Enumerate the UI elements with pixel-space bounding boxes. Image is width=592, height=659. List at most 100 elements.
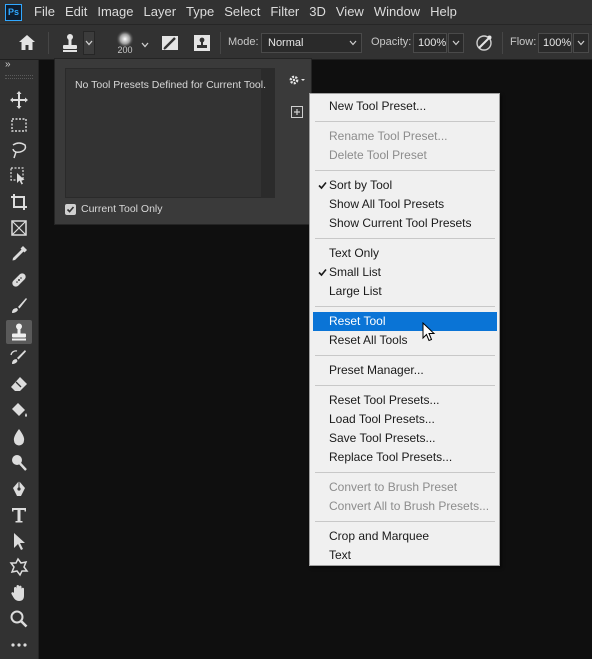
mode-select[interactable]: Normal — [261, 33, 362, 53]
toolbar-grip[interactable] — [5, 75, 33, 79]
menu-select[interactable]: Select — [219, 0, 265, 24]
eraser-tool-icon[interactable] — [6, 372, 32, 396]
frame-tool-icon[interactable] — [6, 216, 32, 240]
flow-dropdown[interactable] — [573, 33, 589, 53]
history-brush-tool-icon[interactable] — [6, 346, 32, 370]
menu-item-label: Reset All Tools — [329, 333, 408, 347]
mouse-cursor-icon — [422, 321, 436, 343]
menu-item-rename-tool-preset: Rename Tool Preset... — [313, 127, 497, 146]
menu-item-replace-tool-presets[interactable]: Replace Tool Presets... — [313, 448, 497, 467]
opacity-dropdown[interactable] — [448, 33, 464, 53]
chevron-down-icon[interactable] — [140, 37, 150, 48]
menu-window[interactable]: Window — [369, 0, 425, 24]
pressure-opacity-icon[interactable] — [474, 33, 494, 53]
custom-shape-tool-icon[interactable] — [6, 555, 32, 579]
type-tool-icon[interactable] — [6, 503, 32, 527]
clone-stamp-icon — [57, 31, 83, 55]
menu-item-reset-tool-presets[interactable]: Reset Tool Presets... — [313, 391, 497, 410]
crop-tool-icon[interactable] — [6, 190, 32, 214]
home-icon[interactable] — [17, 33, 37, 53]
path-selection-tool-icon[interactable] — [6, 529, 32, 553]
menu-item-large-list[interactable]: Large List — [313, 282, 497, 301]
menu-file[interactable]: File — [31, 0, 60, 24]
hand-tool-icon[interactable] — [6, 581, 32, 605]
menu-separator — [315, 472, 495, 473]
brush-size-value: 200 — [117, 45, 133, 55]
clone-source-panel-icon[interactable] — [192, 33, 212, 53]
menu-edit[interactable]: Edit — [60, 0, 92, 24]
gear-icon[interactable] — [286, 71, 308, 89]
menu-item-label: Show Current Tool Presets — [329, 216, 472, 230]
options-bar: 200 Mode: Normal Opacity: 100% Flow: 100… — [0, 24, 592, 60]
menu-item-delete-tool-preset: Delete Tool Preset — [313, 146, 497, 165]
chevron-down-icon — [349, 40, 357, 46]
opacity-input[interactable]: 100% — [413, 33, 447, 53]
menu-item-save-tool-presets[interactable]: Save Tool Presets... — [313, 429, 497, 448]
menu-view[interactable]: View — [331, 0, 369, 24]
menu-separator — [315, 238, 495, 239]
menu-image[interactable]: Image — [92, 0, 138, 24]
menu-item-new-tool-preset[interactable]: New Tool Preset... — [313, 97, 497, 116]
current-tool-only-checkbox[interactable]: Current Tool Only — [65, 203, 163, 215]
collapse-toolbar-button[interactable]: » — [5, 60, 19, 70]
menu-item-label: Crop and Marquee — [329, 529, 430, 543]
menu-item-label: Reset Tool — [329, 314, 386, 328]
move-tool-icon[interactable] — [6, 88, 32, 112]
brush-settings-panel-icon[interactable] — [160, 33, 180, 53]
object-selection-tool-icon[interactable] — [6, 164, 32, 188]
menu-item-label: Text — [329, 548, 352, 562]
mode-label: Mode: — [228, 36, 259, 48]
menu-item-label: Large List — [329, 284, 382, 298]
menu-item-preset-manager[interactable]: Preset Manager... — [313, 361, 497, 380]
photoshop-logo[interactable]: Ps — [5, 3, 22, 21]
menu-help[interactable]: Help — [425, 0, 462, 24]
more-tools-icon[interactable] — [6, 633, 32, 657]
menu-item-load-tool-presets[interactable]: Load Tool Presets... — [313, 410, 497, 429]
chevron-down-icon — [452, 40, 460, 46]
new-preset-icon[interactable] — [291, 105, 303, 118]
pen-tool-icon[interactable] — [6, 477, 32, 501]
menu-item-show-current-tool-presets[interactable]: Show Current Tool Presets — [313, 214, 497, 233]
separator — [502, 32, 503, 54]
flow-input[interactable]: 100% — [538, 33, 572, 53]
menu-item-label: Save Tool Presets... — [329, 431, 436, 445]
paint-bucket-tool-icon[interactable] — [6, 398, 32, 422]
menu-filter[interactable]: Filter — [265, 0, 304, 24]
menu-separator — [315, 170, 495, 171]
menu-item-label: Sort by Tool — [329, 178, 393, 192]
separator — [220, 32, 221, 54]
menu-item-label: Text Only — [329, 246, 380, 260]
tools-panel: » — [0, 60, 39, 659]
zoom-tool-icon[interactable] — [6, 607, 32, 631]
tool-presets-context-menu: New Tool Preset... Rename Tool Preset... D… — [309, 93, 500, 566]
menu-item-text-only[interactable]: Text Only — [313, 244, 497, 263]
menu-item-reset-tool[interactable]: Reset Tool — [313, 312, 497, 331]
flow-label: Flow: — [510, 36, 537, 48]
menu-item-convert-to-brush-preset: Convert to Brush Preset — [313, 478, 497, 497]
menu-separator — [315, 385, 495, 386]
marquee-tool-icon[interactable] — [6, 113, 32, 137]
healing-brush-tool-icon[interactable] — [6, 268, 32, 292]
clone-stamp-tool-icon[interactable] — [6, 320, 32, 344]
menu-item-text[interactable]: Text — [313, 546, 497, 565]
blur-tool-icon[interactable] — [6, 425, 32, 449]
menu-3d[interactable]: 3D — [304, 0, 331, 24]
brush-tool-icon[interactable] — [6, 294, 32, 318]
menu-item-sort-by-tool[interactable]: Sort by Tool — [313, 176, 497, 195]
menu-item-label: Small List — [329, 265, 382, 279]
dodge-tool-icon[interactable] — [6, 451, 32, 475]
menu-item-label: Delete Tool Preset — [329, 148, 427, 162]
menu-item-label: Preset Manager... — [329, 363, 424, 377]
lasso-tool-icon[interactable] — [6, 138, 32, 162]
menu-item-reset-all-tools[interactable]: Reset All Tools — [313, 331, 497, 350]
menu-item-label: Convert to Brush Preset — [329, 480, 458, 494]
menu-item-show-all-tool-presets[interactable]: Show All Tool Presets — [313, 195, 497, 214]
menu-separator — [315, 355, 495, 356]
menu-item-label: New Tool Preset... — [329, 99, 427, 113]
menu-item-small-list[interactable]: Small List — [313, 263, 497, 282]
menu-item-crop-and-marquee[interactable]: Crop and Marquee — [313, 527, 497, 546]
menu-layer[interactable]: Layer — [139, 0, 182, 24]
eyedropper-tool-icon[interactable] — [6, 242, 32, 266]
menu-type[interactable]: Type — [181, 0, 219, 24]
tool-preset-picker[interactable] — [57, 30, 97, 56]
